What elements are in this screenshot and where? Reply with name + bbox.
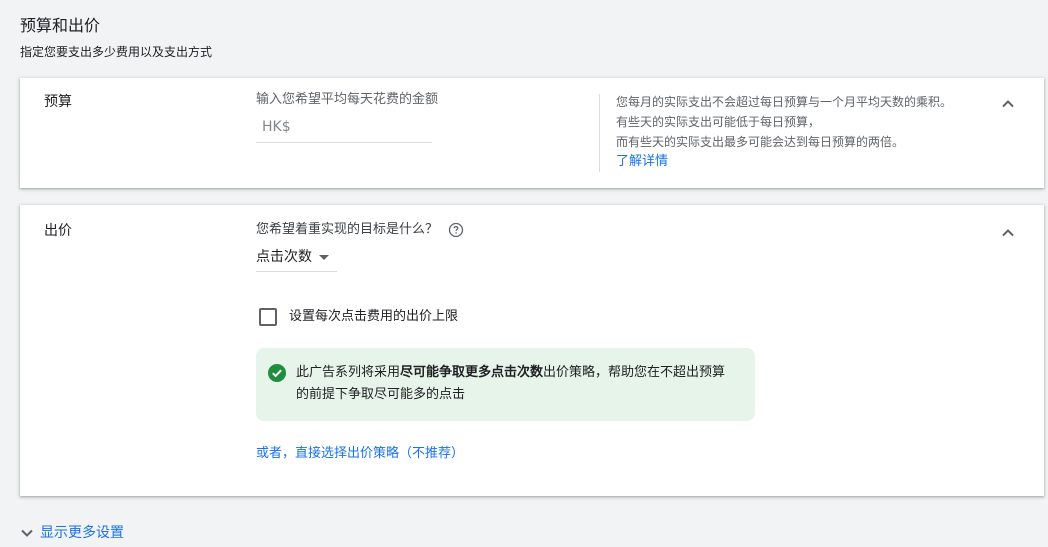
- goal-dropdown[interactable]: 点击次数: [256, 243, 337, 272]
- budget-prompt: 输入您希望平均每天花费的金额: [256, 92, 439, 107]
- bidding-section-label: 出价: [44, 223, 72, 239]
- chevron-down-icon: [21, 529, 33, 537]
- learn-more-link[interactable]: 了解详情: [616, 152, 952, 172]
- choose-bid-strategy-link[interactable]: 或者，直接选择出价策略（不推荐）: [256, 444, 464, 464]
- goal-question: 您希望着重实现的目标是什么？: [256, 220, 464, 240]
- arrow-drop-down-icon: [319, 254, 329, 260]
- budget-section-label: 预算: [44, 94, 72, 110]
- check-circle-icon: [268, 364, 286, 382]
- max-cpc-checkbox-row[interactable]: 设置每次点击费用的出价上限: [259, 307, 458, 327]
- info-divider: [599, 94, 600, 172]
- notice-strategy-name: 尽可能争取更多点击次数: [400, 365, 544, 380]
- chevron-up-icon: [1002, 100, 1014, 108]
- help-icon[interactable]: [448, 222, 464, 238]
- max-cpc-checkbox[interactable]: [259, 308, 277, 326]
- section-header: 预算和出价 指定您要支出多少费用以及支出方式: [20, 14, 212, 62]
- collapse-budget-button[interactable]: [996, 92, 1020, 116]
- collapse-bidding-button[interactable]: [996, 221, 1020, 245]
- budget-input-container: [256, 114, 432, 143]
- notice-text: 此广告系列将采用尽可能争取更多点击次数出价策略，帮助您在不超出预算的前提下争取尽…: [296, 362, 736, 406]
- budget-info: 您每月的实际支出不会超过每日预算与一个月平均天数的乘积。 有些天的实际支出可能低…: [616, 92, 952, 172]
- page-title: 预算和出价: [20, 16, 101, 35]
- budget-info-line: 有些天的实际支出可能低于每日预算，: [616, 115, 821, 129]
- notice-prefix: 此广告系列将采用: [296, 365, 401, 380]
- budget-info-line: 而有些天的实际支出最多可能会达到每日预算的两倍。: [616, 135, 905, 149]
- bid-strategy-notice: 此广告系列将采用尽可能争取更多点击次数出价策略，帮助您在不超出预算的前提下争取尽…: [256, 348, 755, 421]
- goal-dropdown-value: 点击次数: [256, 249, 312, 265]
- budget-card: 预算 输入您希望平均每天花费的金额 您每月的实际支出不会超过每日预算与一个月平均…: [20, 78, 1044, 188]
- max-cpc-checkbox-label[interactable]: 设置每次点击费用的出价上限: [289, 307, 458, 327]
- show-more-settings-label[interactable]: 显示更多设置: [40, 522, 124, 544]
- budget-amount-input[interactable]: [260, 114, 432, 140]
- goal-question-text: 您希望着重实现的目标是什么？: [256, 222, 439, 237]
- budget-info-line: 您每月的实际支出不会超过每日预算与一个月平均天数的乘积。: [616, 95, 953, 109]
- show-more-settings-button[interactable]: 显示更多设置: [20, 522, 124, 544]
- bidding-card: 出价 您希望着重实现的目标是什么？ 点击次数 设置每次点击费用的出价上限 此广告…: [20, 205, 1044, 496]
- chevron-up-icon: [1002, 229, 1014, 237]
- page-subtitle: 指定您要支出多少费用以及支出方式: [20, 45, 213, 59]
